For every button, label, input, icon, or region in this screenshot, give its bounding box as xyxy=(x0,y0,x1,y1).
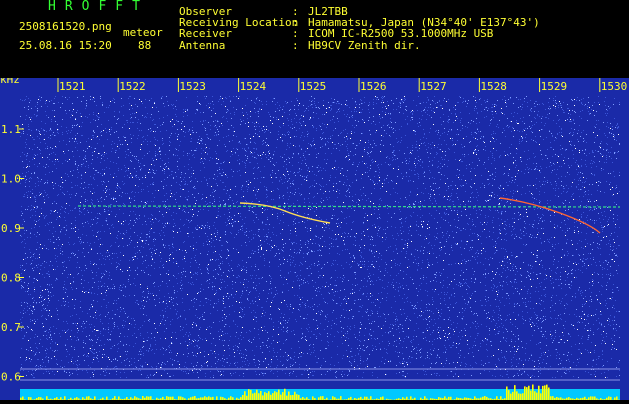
antenna-label: Antenna xyxy=(179,39,226,52)
spectrogram-svg: kHz 1.1 1.0 0.9 0.8 0.7 0.6 1521 1522 1523 1524 152… xyxy=(0,73,629,400)
filename: 2508161520.png xyxy=(19,20,112,33)
app-title: HROFFT xyxy=(48,0,149,14)
timestamp: 25.08.16 15:20 xyxy=(19,39,112,52)
x-tick-label: 1521 xyxy=(59,80,86,93)
x-tick-label: 1527 xyxy=(420,80,447,93)
x-tick-label: 1523 xyxy=(179,80,206,93)
spectrogram-background xyxy=(0,78,629,400)
y-tick-label: 1.0 xyxy=(1,173,21,186)
meteor-label: meteor xyxy=(123,26,163,39)
y-tick-label: 0.8 xyxy=(1,272,21,285)
x-tick-label: 1525 xyxy=(300,80,327,93)
y-tick-label: 1.1 xyxy=(1,123,21,136)
header-panel: HROFFT 2508161520.png 25.08.16 15:20 met… xyxy=(0,0,629,78)
y-axis-unit: kHz xyxy=(0,78,20,86)
y-tick-label: 0.9 xyxy=(1,222,21,235)
x-tick-label: 1529 xyxy=(541,80,568,93)
x-tick-label: 1526 xyxy=(360,80,387,93)
meteor-count: 88 xyxy=(138,39,152,52)
y-tick-label: 0.7 xyxy=(1,321,21,334)
antenna-sep: : xyxy=(292,39,299,52)
x-tick-label: 1524 xyxy=(240,80,267,93)
y-tick-label: 0.6 xyxy=(1,371,21,384)
x-tick-label: 1522 xyxy=(119,80,146,93)
x-tick-label: 1528 xyxy=(480,80,507,93)
spectrogram-area: kHz 1.1 1.0 0.9 0.8 0.7 0.6 1521 1522 1523 1524 152… xyxy=(0,73,629,400)
x-tick-label: 1530 xyxy=(601,80,628,93)
antenna-value: HB9CV Zenith dir. xyxy=(308,39,421,52)
